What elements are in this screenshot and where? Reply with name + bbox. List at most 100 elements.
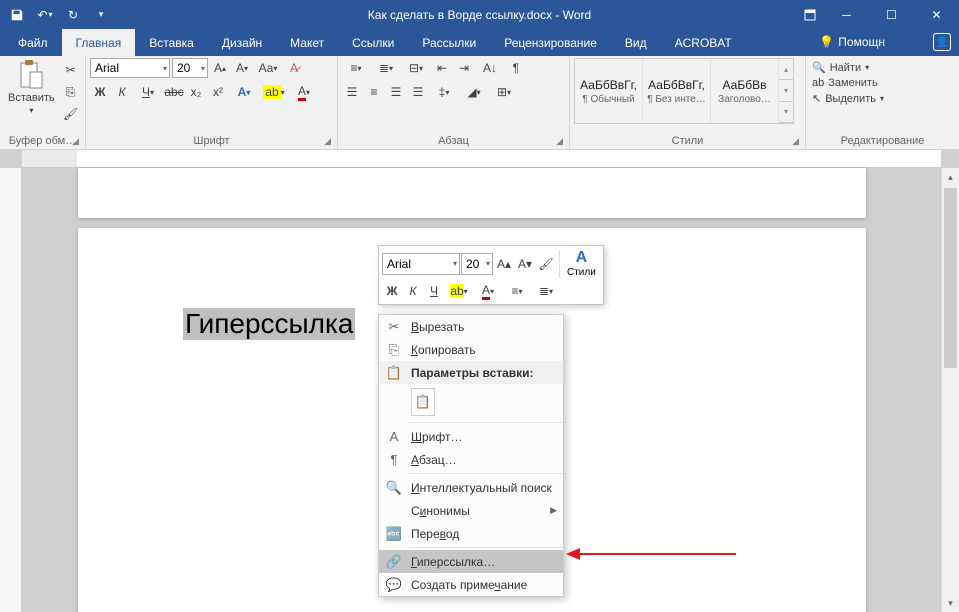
find-button[interactable]: 🔍Найти▾	[810, 60, 886, 75]
line-spacing-button[interactable]: ‡▾	[430, 82, 458, 102]
ribbon-options-button[interactable]	[796, 0, 824, 29]
mini-bullets[interactable]: ≡▾	[503, 281, 531, 301]
ctx-paragraph[interactable]: ¶Абзац…	[379, 448, 563, 471]
dialog-launcher-icon[interactable]: ◢	[556, 136, 563, 147]
bullets-button[interactable]: ≡▾	[342, 58, 370, 78]
font-color-button[interactable]: A▾	[290, 82, 318, 102]
styles-gallery[interactable]: АаБбВвГг,¶ Обычный АаБбВвГг,¶ Без инте… …	[574, 58, 794, 124]
borders-button[interactable]: ⊞▾	[490, 82, 518, 102]
underline-button[interactable]: Ч▾	[134, 82, 162, 102]
decrease-indent-button[interactable]: ⇤	[432, 58, 452, 78]
share-button[interactable]: 👤	[933, 33, 951, 51]
numbering-button[interactable]: ≣▾	[372, 58, 400, 78]
close-button[interactable]: ✕	[914, 0, 959, 29]
copy-button[interactable]: ⎘	[61, 82, 81, 102]
highlight-button[interactable]: ab▾	[260, 82, 288, 102]
mini-numbering[interactable]: ≣▾	[532, 281, 560, 301]
paste-keep-formatting[interactable]: 📋	[411, 388, 435, 416]
align-center-button[interactable]: ≡	[364, 82, 384, 102]
tab-file[interactable]: Файл	[4, 29, 62, 56]
dialog-launcher-icon[interactable]: ◢	[72, 136, 79, 147]
gallery-scroll[interactable]: ▴▾▾	[779, 59, 793, 123]
comment-icon: 💬	[385, 577, 403, 593]
vertical-scrollbar[interactable]: ▴ ▾	[941, 168, 959, 612]
ctx-copy[interactable]: ⎘Копировать	[379, 338, 563, 361]
ctx-hyperlink[interactable]: 🔗Гиперссылка…	[379, 550, 563, 573]
change-case-button[interactable]: Aa▾	[254, 58, 282, 78]
tab-references[interactable]: Ссылки	[338, 29, 408, 56]
mini-italic[interactable]: К	[403, 281, 423, 301]
scroll-down-button[interactable]: ▾	[942, 594, 959, 612]
align-right-button[interactable]: ☰	[386, 82, 406, 102]
tab-home[interactable]: Главная	[62, 29, 136, 56]
tab-acrobat[interactable]: ACROBAT	[661, 29, 746, 56]
cut-button[interactable]: ✂	[61, 60, 81, 80]
subscript-button[interactable]: x₂	[186, 82, 206, 102]
scroll-up-button[interactable]: ▴	[942, 168, 959, 186]
mini-bold[interactable]: Ж	[382, 281, 402, 301]
workspace: Гиперссылка Arial▾ 20▾ A▴ A▾ 🖌 AСтили Ж …	[0, 150, 959, 612]
text-effects-button[interactable]: A▾	[230, 82, 258, 102]
style-heading1[interactable]: АаБбВвЗаголово…	[711, 59, 779, 123]
vertical-ruler[interactable]	[0, 168, 22, 612]
mini-styles-button[interactable]: AСтили	[563, 249, 600, 278]
style-no-spacing[interactable]: АаБбВвГг,¶ Без инте…	[643, 59, 711, 123]
multilevel-list-button[interactable]: ⊟▾	[402, 58, 430, 78]
mini-font-color[interactable]: A▾	[474, 281, 502, 301]
selected-text[interactable]: Гиперссылка	[183, 308, 355, 340]
tab-insert[interactable]: Вставка	[135, 29, 208, 56]
group-label: Абзац◢	[342, 133, 565, 149]
italic-button[interactable]: К	[112, 82, 132, 102]
redo-button[interactable]: ↻	[60, 2, 86, 27]
tab-review[interactable]: Рецензирование	[490, 29, 611, 56]
font-name-select[interactable]: Arial▾	[90, 58, 170, 78]
tab-design[interactable]: Дизайн	[208, 29, 276, 56]
shading-button[interactable]: ◢▾	[460, 82, 488, 102]
qat-customize[interactable]: ▾	[88, 2, 114, 27]
increase-indent-button[interactable]: ⇥	[454, 58, 474, 78]
save-button[interactable]	[4, 2, 30, 27]
ctx-translate[interactable]: 🔤Перевод	[379, 522, 563, 545]
mini-font-select[interactable]: Arial▾	[382, 253, 460, 275]
mini-highlight[interactable]: ab▾	[445, 281, 473, 301]
mini-format-painter[interactable]: 🖌	[536, 254, 556, 274]
minimize-button[interactable]: ─	[824, 0, 869, 29]
ctx-cut[interactable]: ✂Вырезать	[379, 315, 563, 338]
tab-view[interactable]: Вид	[611, 29, 661, 56]
sort-button[interactable]: A↓	[476, 58, 504, 78]
shrink-font-button[interactable]: A▾	[232, 58, 252, 78]
ctx-new-comment[interactable]: 💬Создать примечание	[379, 573, 563, 596]
style-normal[interactable]: АаБбВвГг,¶ Обычный	[575, 59, 643, 123]
clear-formatting-button[interactable]: A̷	[284, 58, 304, 78]
page[interactable]: Гиперссылка Arial▾ 20▾ A▴ A▾ 🖌 AСтили Ж …	[78, 228, 866, 612]
bold-button[interactable]: Ж	[90, 82, 110, 102]
format-painter-button[interactable]: 🖌	[61, 104, 81, 124]
superscript-button[interactable]: x²	[208, 82, 228, 102]
mini-underline[interactable]: Ч	[424, 281, 444, 301]
maximize-button[interactable]: ☐	[869, 0, 914, 29]
tab-mailings[interactable]: Рассылки	[408, 29, 490, 56]
select-button[interactable]: ↖Выделить▾	[810, 91, 886, 106]
justify-button[interactable]: ☰	[408, 82, 428, 102]
show-marks-button[interactable]: ¶	[506, 58, 526, 78]
page-previous[interactable]	[78, 168, 866, 218]
tab-layout[interactable]: Макет	[276, 29, 338, 56]
undo-button[interactable]: ↶▾	[32, 2, 58, 27]
paste-button[interactable]: Вставить▾	[4, 58, 59, 117]
dialog-launcher-icon[interactable]: ◢	[792, 136, 799, 147]
ctx-font[interactable]: AШрифт…	[379, 425, 563, 448]
horizontal-ruler[interactable]	[22, 150, 941, 168]
mini-shrink-font[interactable]: A▾	[515, 254, 535, 274]
grow-font-button[interactable]: A▴	[210, 58, 230, 78]
strikethrough-button[interactable]: abc	[164, 82, 184, 102]
replace-button[interactable]: abЗаменить	[810, 76, 886, 90]
dialog-launcher-icon[interactable]: ◢	[324, 136, 331, 147]
font-size-select[interactable]: 20▾	[172, 58, 208, 78]
mini-grow-font[interactable]: A▴	[494, 254, 514, 274]
ctx-smart-lookup[interactable]: 🔍Интеллектуальный поиск	[379, 476, 563, 499]
scroll-thumb[interactable]	[944, 188, 957, 368]
align-left-button[interactable]: ☰	[342, 82, 362, 102]
ctx-synonyms[interactable]: Синонимы▶	[379, 499, 563, 522]
mini-size-select[interactable]: 20▾	[461, 253, 493, 275]
tell-me[interactable]: 💡Помощн	[819, 35, 885, 49]
